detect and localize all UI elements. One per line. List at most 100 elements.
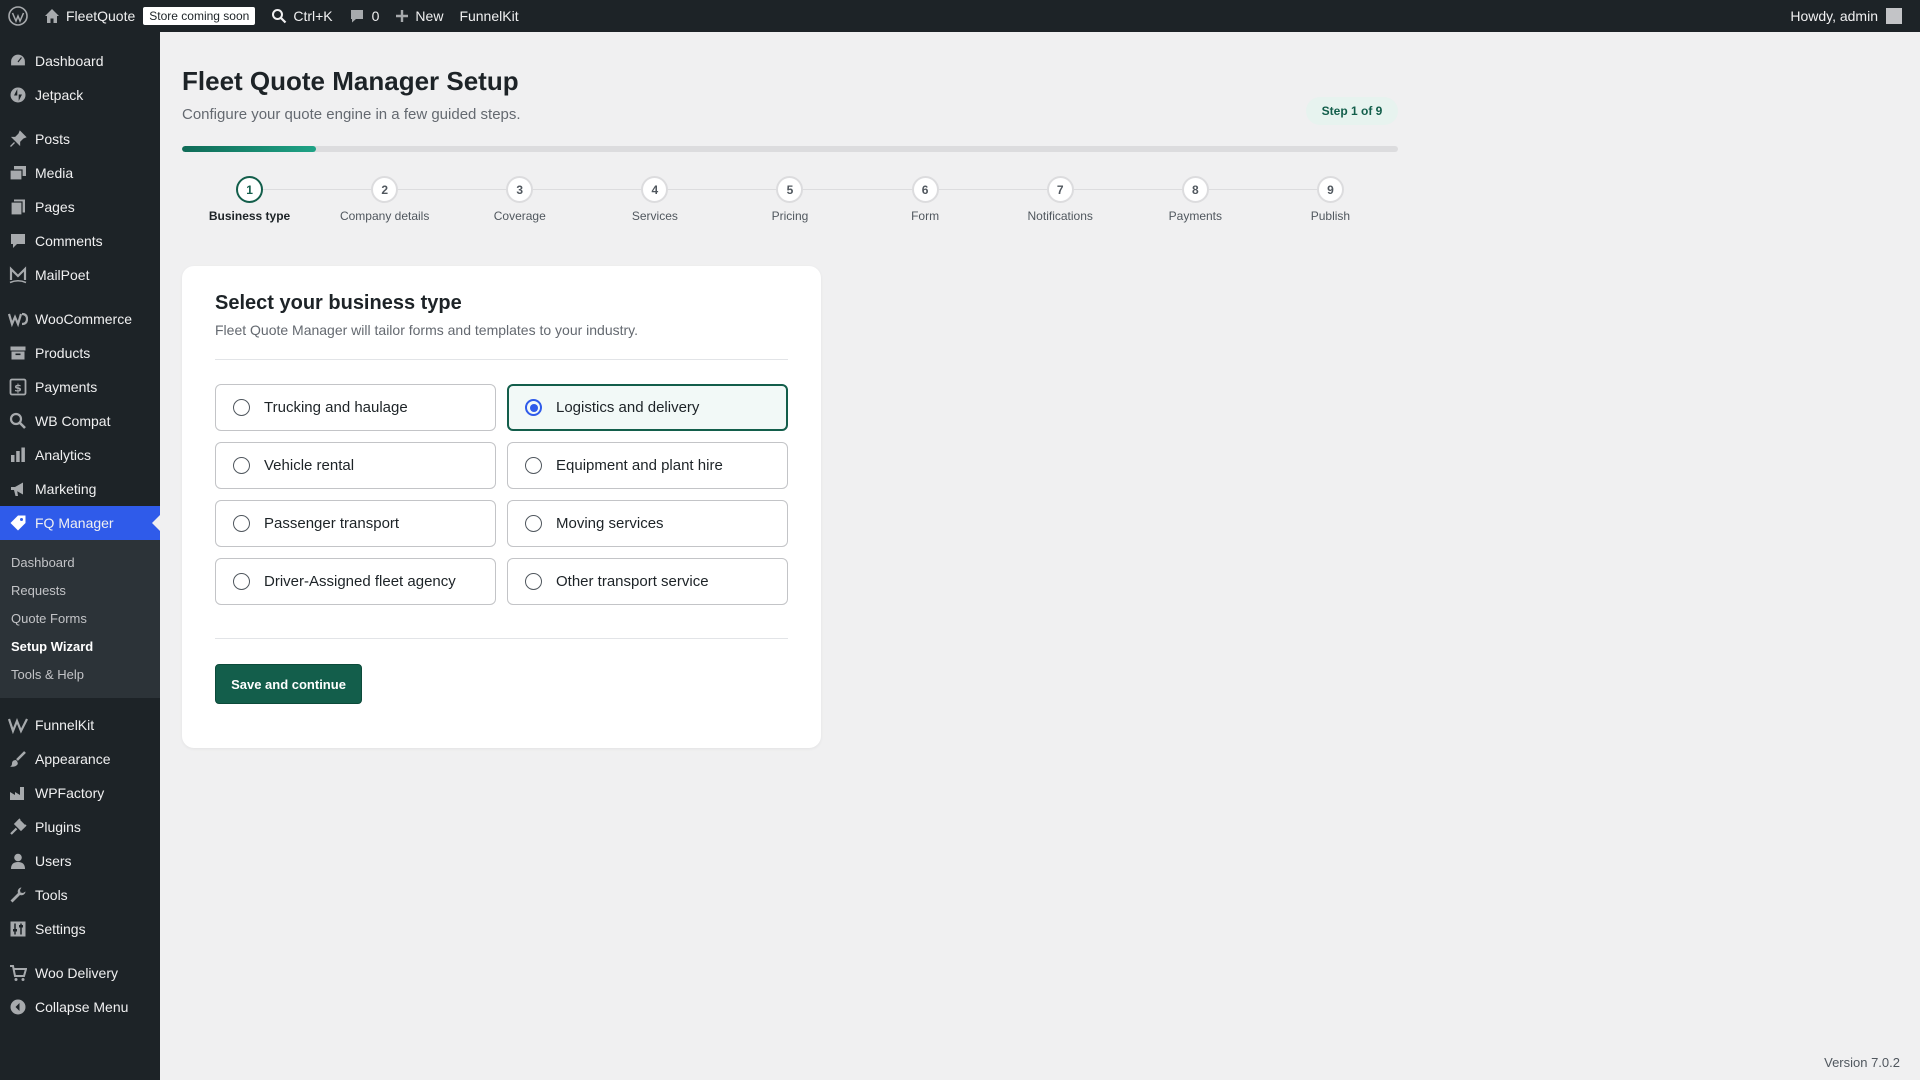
sidebar-item-plugins[interactable]: Plugins [0,810,160,844]
comments-link[interactable]: 0 [341,0,388,32]
factory-icon [8,783,28,803]
sidebar-item-mailpoet[interactable]: MailPoet [0,258,160,292]
sidebar-item-wb-compat[interactable]: WB Compat [0,404,160,438]
sidebar-item-label: Media [35,165,74,181]
sidebar-item-media[interactable]: Media [0,156,160,190]
radio-button[interactable] [233,515,250,532]
step-publish[interactable]: 9 Publish [1263,176,1398,223]
sidebar-item-posts[interactable]: Posts [0,122,160,156]
sidebar-item-dashboard[interactable]: Dashboard [0,44,160,78]
sidebar-item-jetpack[interactable]: Jetpack [0,78,160,112]
sidebar-item-pages[interactable]: Pages [0,190,160,224]
step-number: 2 [371,176,399,203]
option-vehicle-rental[interactable]: Vehicle rental [215,442,496,489]
save-continue-button[interactable]: Save and continue [215,664,362,704]
step-coverage[interactable]: 3 Coverage [452,176,587,223]
radio-button[interactable] [233,573,250,590]
step-label: Payments [1168,209,1222,223]
option-driver-assigned-fleet-agency[interactable]: Driver-Assigned fleet agency [215,558,496,605]
option-label: Vehicle rental [264,457,355,474]
option-trucking-haulage[interactable]: Trucking and haulage [215,384,496,431]
user-icon [8,851,28,871]
tag-icon [8,513,28,533]
jetpack-icon [8,85,28,105]
brush-icon [8,749,28,769]
sidebar-item-settings[interactable]: Settings [0,912,160,946]
sidebar-item-comments[interactable]: Comments [0,224,160,258]
woo-icon [8,309,28,329]
submenu-item-dashboard[interactable]: Dashboard [0,548,160,576]
submenu-item-quote-forms[interactable]: Quote Forms [0,604,160,632]
sidebar-item-users[interactable]: Users [0,844,160,878]
step-label: Coverage [493,209,546,223]
step-indicator-badge: Step 1 of 9 [1306,97,1398,125]
site-name: FleetQuote [66,8,136,24]
step-company-details[interactable]: 2 Company details [317,176,452,223]
avatar [1886,8,1902,24]
radio-button[interactable] [525,515,542,532]
main-content: Fleet Quote Manager Setup Configure your… [160,32,1920,1080]
bar-chart-icon [8,445,28,465]
submenu-item-requests[interactable]: Requests [0,576,160,604]
step-pricing[interactable]: 5 Pricing [722,176,857,223]
sidebar-item-marketing[interactable]: Marketing [0,472,160,506]
radio-button-selected[interactable] [525,399,542,416]
store-status-badge[interactable]: Store coming soon [143,7,256,25]
business-type-card: Select your business type Fleet Quote Ma… [182,266,821,748]
sidebar-item-fq-manager[interactable]: FQ Manager [0,506,160,540]
submenu-item-tools-help[interactable]: Tools & Help [0,660,160,688]
step-services[interactable]: 4 Services [587,176,722,223]
funnelkit-label: FunnelKit [459,8,519,24]
new-content-button[interactable]: New [387,0,451,32]
cart-icon [8,963,28,983]
option-other-transport-service[interactable]: Other transport service [507,558,788,605]
sidebar-item-analytics[interactable]: Analytics [0,438,160,472]
sidebar-item-woocommerce[interactable]: WooCommerce [0,302,160,336]
sidebar-item-appearance[interactable]: Appearance [0,742,160,776]
option-moving-services[interactable]: Moving services [507,500,788,547]
sidebar-item-woo-delivery[interactable]: Woo Delivery [0,956,160,990]
search-icon [271,8,287,24]
wordpress-logo-icon[interactable] [0,0,36,32]
sidebar-item-wpfactory[interactable]: WPFactory [0,776,160,810]
option-label: Equipment and plant hire [556,457,723,474]
new-label: New [415,8,444,24]
my-account-menu[interactable]: Howdy, admin [1782,0,1910,32]
step-number: 1 [236,176,264,203]
sidebar-item-tools[interactable]: Tools [0,878,160,912]
step-notifications[interactable]: 7 Notifications [993,176,1128,223]
step-label: Pricing [771,209,809,223]
step-form[interactable]: 6 Form [858,176,993,223]
progress-bar-fill [182,146,316,152]
step-number: 5 [776,176,804,203]
radio-button[interactable] [525,457,542,474]
submenu-item-setup-wizard[interactable]: Setup Wizard [0,632,160,660]
step-number: 4 [641,176,669,203]
collapse-menu-button[interactable]: Collapse Menu [0,990,160,1024]
option-label: Passenger transport [264,515,400,532]
sidebar-item-payments[interactable]: $ Payments [0,370,160,404]
funnelkit-icon [8,715,28,735]
radio-button[interactable] [233,399,250,416]
option-label: Trucking and haulage [264,399,408,416]
sidebar-item-products[interactable]: Products [0,336,160,370]
page-title: Fleet Quote Manager Setup [182,66,519,96]
sidebar-item-funnelkit[interactable]: FunnelKit [0,708,160,742]
option-equipment-plant-hire[interactable]: Equipment and plant hire [507,442,788,489]
option-passenger-transport[interactable]: Passenger transport [215,500,496,547]
sidebar-item-label: WB Compat [35,413,111,429]
funnelkit-link[interactable]: FunnelKit [451,0,526,32]
sidebar-item-label: Tools [35,887,68,903]
radio-button[interactable] [233,457,250,474]
command-search-button[interactable]: Ctrl+K [263,0,340,32]
svg-text:$: $ [14,382,22,395]
sidebar-item-label: Pages [35,199,75,215]
sidebar-item-label: Dashboard [35,53,104,69]
option-logistics-delivery[interactable]: Logistics and delivery [507,384,788,431]
radio-button[interactable] [525,573,542,590]
comment-bubble-icon [349,8,365,24]
progress-bar [182,146,1398,152]
step-business-type[interactable]: 1 Business type [182,176,317,223]
site-name-link[interactable]: FleetQuote Store coming soon [36,0,263,32]
step-payments[interactable]: 8 Payments [1128,176,1263,223]
